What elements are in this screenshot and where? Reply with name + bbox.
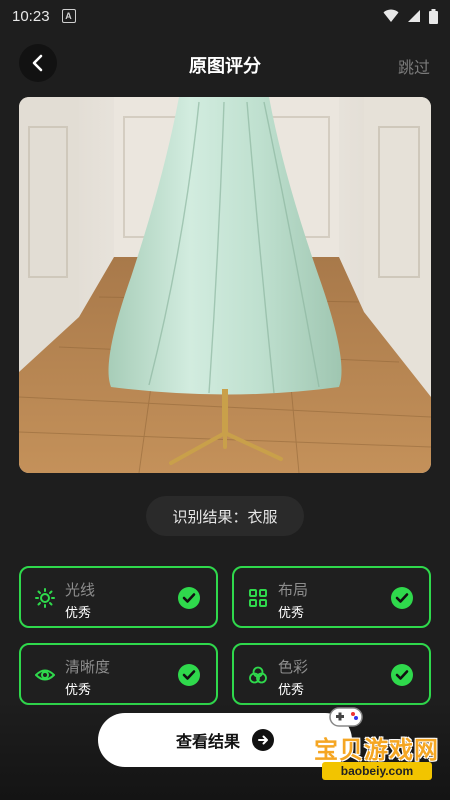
status-bar: 10:23 A [0, 0, 450, 32]
page-title: 原图评分 [189, 56, 261, 77]
status-icons [383, 8, 438, 24]
eye-icon [35, 669, 55, 681]
original-photo [19, 97, 431, 473]
notification-icon: A [61, 9, 76, 23]
score-card-color: 色彩 优秀 [232, 643, 431, 705]
watermark-url: baobeiy.com [322, 762, 432, 780]
check-icon [178, 664, 200, 686]
card-title: 清晰度 [65, 658, 111, 676]
card-value: 优秀 [65, 683, 92, 698]
layout-grid-icon [249, 589, 267, 607]
wifi-icon [383, 9, 399, 22]
card-value: 优秀 [65, 606, 92, 621]
top-header: 原图评分 跳过 [0, 38, 450, 90]
watermark-text: 宝贝游戏网 [314, 736, 439, 764]
card-title: 光线 [65, 581, 96, 599]
sun-icon [35, 588, 55, 608]
battery-icon [429, 8, 438, 24]
status-time: 10:23 [12, 7, 50, 25]
check-icon [178, 587, 200, 609]
site-watermark: 宝贝游戏网 baobeiy.com [300, 700, 445, 785]
skirt-photo-illustration [19, 97, 431, 473]
signal-icon [408, 10, 420, 22]
card-title: 布局 [278, 581, 309, 599]
skip-button[interactable]: 跳过 [398, 54, 430, 78]
card-value: 优秀 [278, 683, 305, 698]
color-circles-icon [249, 666, 267, 684]
score-card-clarity: 清晰度 优秀 [19, 643, 218, 705]
check-icon [391, 587, 413, 609]
score-card-lighting: 光线 优秀 [19, 566, 218, 628]
gamepad-icon [329, 707, 363, 727]
check-icon [391, 664, 413, 686]
view-result-label: 查看结果 [175, 732, 240, 751]
card-value: 优秀 [278, 606, 305, 621]
card-title: 色彩 [278, 658, 309, 676]
arrow-right-icon [252, 729, 274, 751]
recognition-result: 识别结果：衣服 [146, 496, 304, 536]
score-card-layout: 布局 优秀 [232, 566, 431, 628]
